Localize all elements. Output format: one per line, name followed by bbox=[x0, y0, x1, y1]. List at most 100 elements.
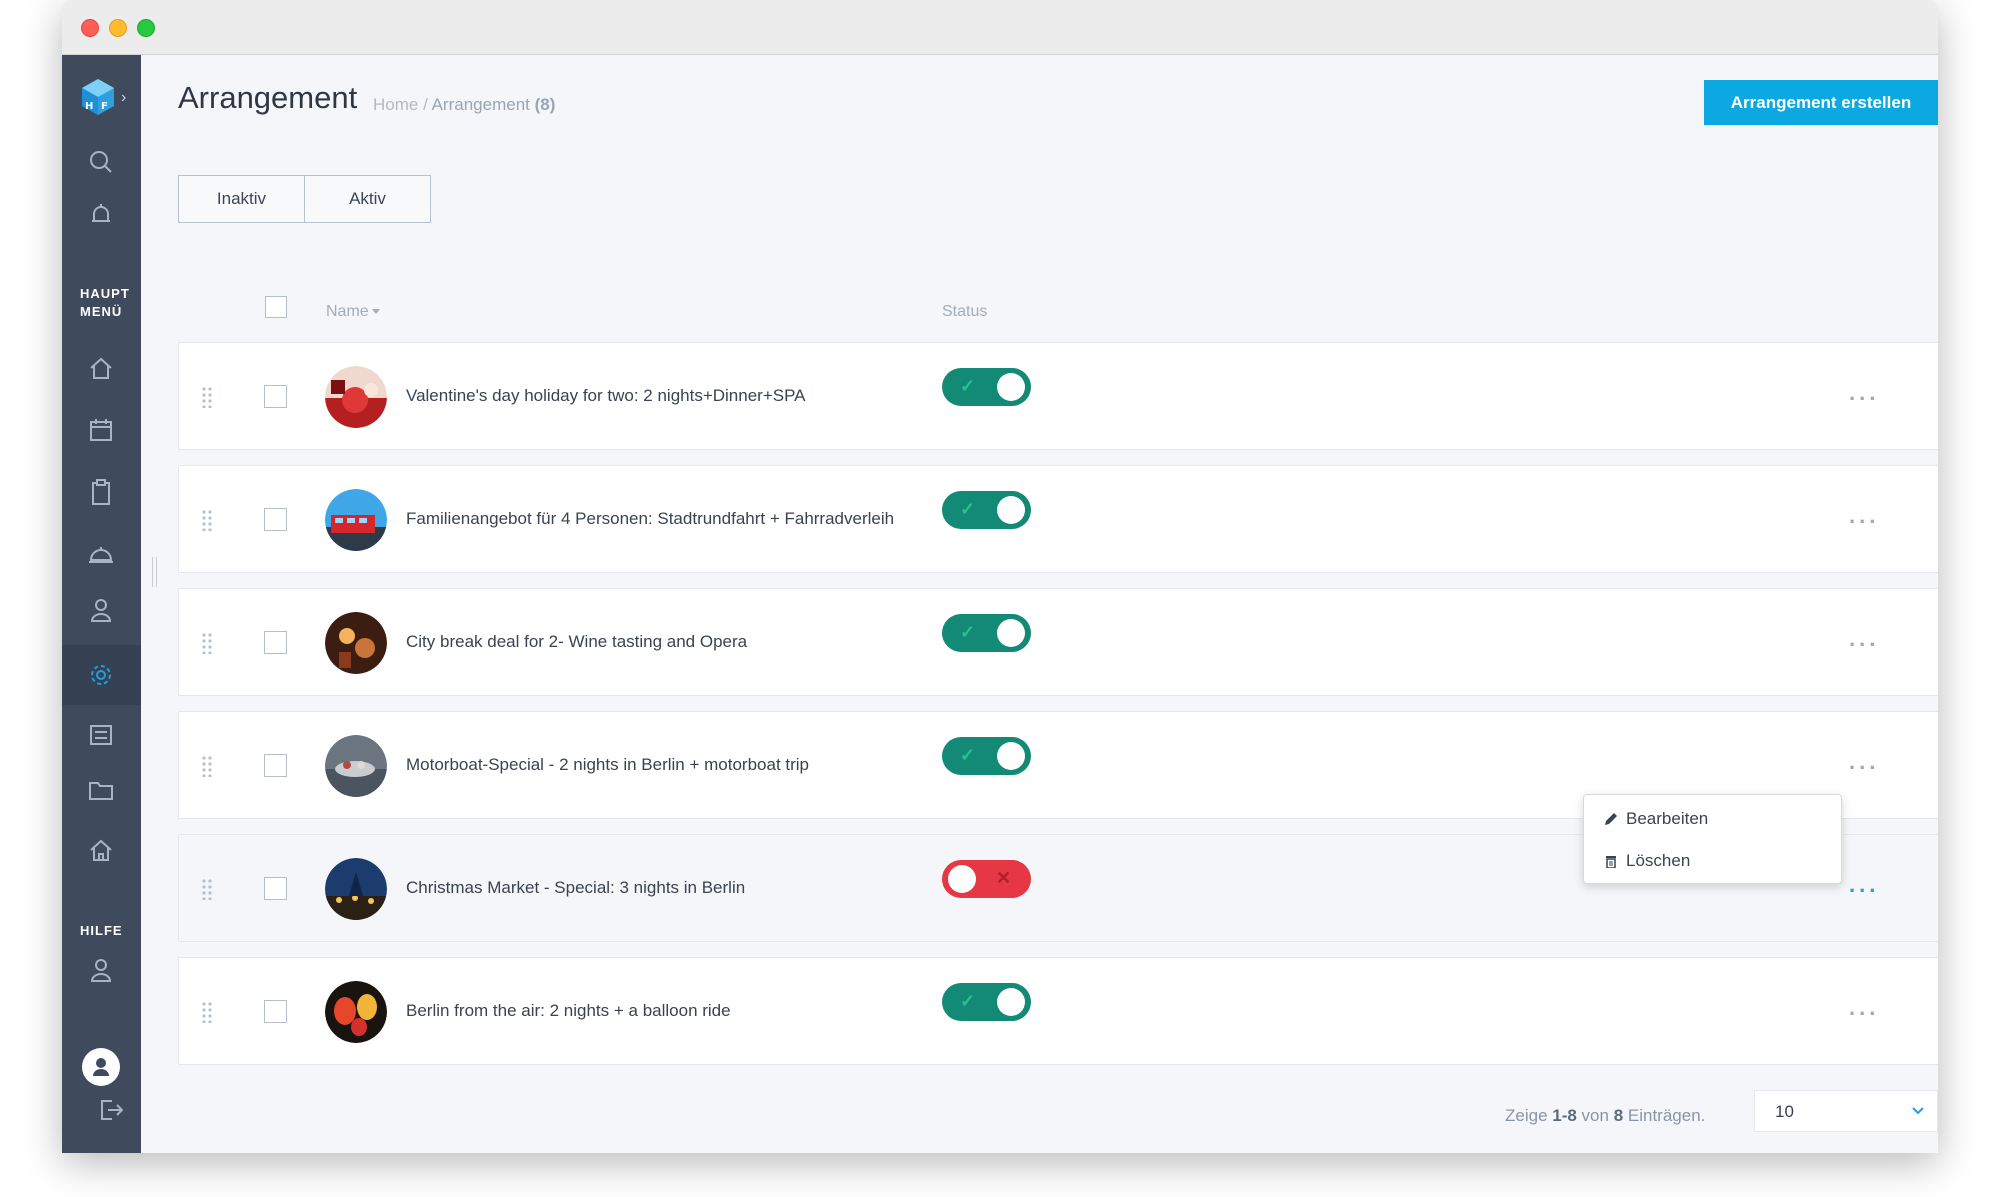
drag-handle-icon[interactable] bbox=[202, 755, 212, 777]
toggle-knob bbox=[997, 619, 1025, 647]
arrangement-title[interactable]: Familienangebot für 4 Personen: Stadtrun… bbox=[406, 509, 894, 529]
more-icon[interactable]: ... bbox=[1849, 628, 1885, 650]
main-menu-label-line2: MENÜ bbox=[80, 304, 123, 319]
drag-handle-icon[interactable] bbox=[202, 509, 212, 531]
breadcrumb-home-link[interactable]: Home bbox=[373, 95, 418, 114]
row-checkbox[interactable] bbox=[264, 385, 287, 408]
breadcrumb-count: (8) bbox=[534, 95, 556, 114]
thumbnail-image bbox=[325, 858, 387, 920]
more-icon[interactable]: ... bbox=[1849, 874, 1885, 896]
check-icon: ✓ bbox=[960, 991, 976, 1011]
status-toggle[interactable]: ✕ bbox=[942, 860, 1031, 898]
calendar-icon[interactable] bbox=[86, 415, 116, 445]
status-toggle[interactable]: ✓ bbox=[942, 983, 1031, 1021]
column-header-name[interactable]: Name bbox=[326, 303, 380, 321]
arrangement-title[interactable]: Valentine's day holiday for two: 2 night… bbox=[406, 386, 806, 406]
tab-aktiv[interactable]: Aktiv bbox=[304, 176, 430, 222]
close-window-button[interactable] bbox=[81, 19, 99, 37]
list-icon[interactable] bbox=[86, 720, 116, 750]
pagination-range: 1-8 bbox=[1552, 1106, 1577, 1125]
column-header-name-label: Name bbox=[326, 303, 369, 320]
column-header-status: Status bbox=[942, 303, 988, 320]
arrangement-title[interactable]: Motorboat-Special - 2 nights in Berlin +… bbox=[406, 755, 809, 775]
select-all-checkbox[interactable] bbox=[265, 296, 287, 318]
more-icon[interactable]: ... bbox=[1849, 751, 1885, 773]
arrangement-title[interactable]: Christmas Market - Special: 3 nights in … bbox=[406, 878, 745, 898]
thumbnail-image bbox=[325, 489, 387, 551]
folder-icon[interactable] bbox=[86, 775, 116, 805]
search-icon[interactable] bbox=[86, 147, 116, 177]
breadcrumb-separator: / bbox=[418, 95, 432, 114]
arrangement-title[interactable]: Berlin from the air: 2 nights + a balloo… bbox=[406, 1001, 731, 1021]
avatar-icon bbox=[93, 1058, 109, 1076]
help-label: HILFE bbox=[80, 923, 123, 938]
house-icon[interactable] bbox=[86, 835, 116, 865]
bell-icon[interactable] bbox=[86, 200, 116, 230]
user-icon[interactable] bbox=[86, 595, 116, 625]
row-checkbox[interactable] bbox=[264, 877, 287, 900]
table-row[interactable]: Valentine's day holiday for two: 2 night… bbox=[178, 342, 1938, 450]
svg-text:F: F bbox=[101, 101, 108, 112]
service-bell-icon[interactable] bbox=[86, 539, 116, 569]
table-row[interactable]: Berlin from the air: 2 nights + a balloo… bbox=[178, 957, 1938, 1065]
row-checkbox[interactable] bbox=[264, 631, 287, 654]
maximize-window-button[interactable] bbox=[137, 19, 155, 37]
more-icon[interactable]: ... bbox=[1849, 997, 1885, 1019]
more-icon[interactable]: ... bbox=[1849, 382, 1885, 404]
gear-icon[interactable] bbox=[86, 660, 116, 690]
minimize-window-button[interactable] bbox=[109, 19, 127, 37]
avatar[interactable] bbox=[82, 1048, 120, 1086]
toggle-knob bbox=[948, 865, 976, 893]
svg-text:H: H bbox=[85, 101, 93, 112]
tab-inaktiv[interactable]: Inaktiv bbox=[179, 176, 304, 222]
status-tabs: Inaktiv Aktiv bbox=[178, 175, 431, 223]
thumbnail-image bbox=[325, 366, 387, 428]
status-toggle[interactable]: ✓ bbox=[942, 737, 1031, 775]
status-toggle[interactable]: ✓ bbox=[942, 368, 1031, 406]
thumbnail-image bbox=[325, 612, 387, 674]
check-icon: ✓ bbox=[960, 622, 976, 642]
drag-handle-icon[interactable] bbox=[202, 1001, 212, 1023]
clipboard-icon[interactable] bbox=[86, 477, 116, 507]
window-titlebar bbox=[62, 0, 1938, 55]
status-toggle[interactable]: ✓ bbox=[942, 614, 1031, 652]
menu-item-edit[interactable]: Bearbeiten bbox=[1604, 807, 1708, 831]
row-checkbox[interactable] bbox=[264, 508, 287, 531]
pagination-prefix: Zeige bbox=[1505, 1106, 1553, 1125]
row-checkbox[interactable] bbox=[264, 1000, 287, 1023]
sidebar: H F › HAUPT MENÜ HILFE bbox=[62, 55, 141, 1153]
status-toggle[interactable]: ✓ bbox=[942, 491, 1031, 529]
create-arrangement-button[interactable]: Arrangement erstellen bbox=[1704, 80, 1938, 125]
sidebar-collapse-handle[interactable] bbox=[152, 557, 157, 587]
chevron-right-icon[interactable]: › bbox=[121, 89, 126, 107]
table-row[interactable]: Familienangebot für 4 Personen: Stadtrun… bbox=[178, 465, 1938, 573]
more-icon[interactable]: ... bbox=[1849, 505, 1885, 527]
menu-item-delete[interactable]: Löschen bbox=[1604, 849, 1690, 873]
drag-handle-icon[interactable] bbox=[202, 386, 212, 408]
pagination-total: 8 bbox=[1613, 1106, 1624, 1125]
help-user-icon[interactable] bbox=[86, 955, 116, 985]
page-title: Arrangement bbox=[178, 80, 358, 115]
row-checkbox[interactable] bbox=[264, 754, 287, 777]
logout-icon[interactable] bbox=[96, 1095, 126, 1125]
hf-cube-logo-icon[interactable]: H F bbox=[80, 77, 116, 117]
thumbnail-image bbox=[325, 735, 387, 797]
pagination-info: Zeige 1-8 von 8 Einträgen. bbox=[1505, 1106, 1705, 1126]
pagination-suffix: Einträgen. bbox=[1623, 1106, 1706, 1125]
menu-item-delete-label: Löschen bbox=[1626, 851, 1691, 870]
per-page-select[interactable]: 10 bbox=[1754, 1090, 1938, 1132]
home-icon[interactable] bbox=[86, 353, 116, 383]
cross-icon: ✕ bbox=[996, 868, 1012, 888]
drag-handle-icon[interactable] bbox=[202, 878, 212, 900]
sort-caret-icon bbox=[371, 309, 380, 315]
toggle-knob bbox=[997, 988, 1025, 1016]
toggle-knob bbox=[997, 496, 1025, 524]
table-row[interactable]: City break deal for 2- Wine tasting and … bbox=[178, 588, 1938, 696]
menu-item-edit-label: Bearbeiten bbox=[1626, 809, 1709, 828]
toggle-knob bbox=[997, 742, 1025, 770]
per-page-value: 10 bbox=[1775, 1102, 1794, 1121]
drag-handle-icon[interactable] bbox=[202, 632, 212, 654]
check-icon: ✓ bbox=[960, 499, 976, 519]
breadcrumb: Home / Arrangement (8) bbox=[373, 95, 555, 115]
arrangement-title[interactable]: City break deal for 2- Wine tasting and … bbox=[406, 632, 747, 652]
